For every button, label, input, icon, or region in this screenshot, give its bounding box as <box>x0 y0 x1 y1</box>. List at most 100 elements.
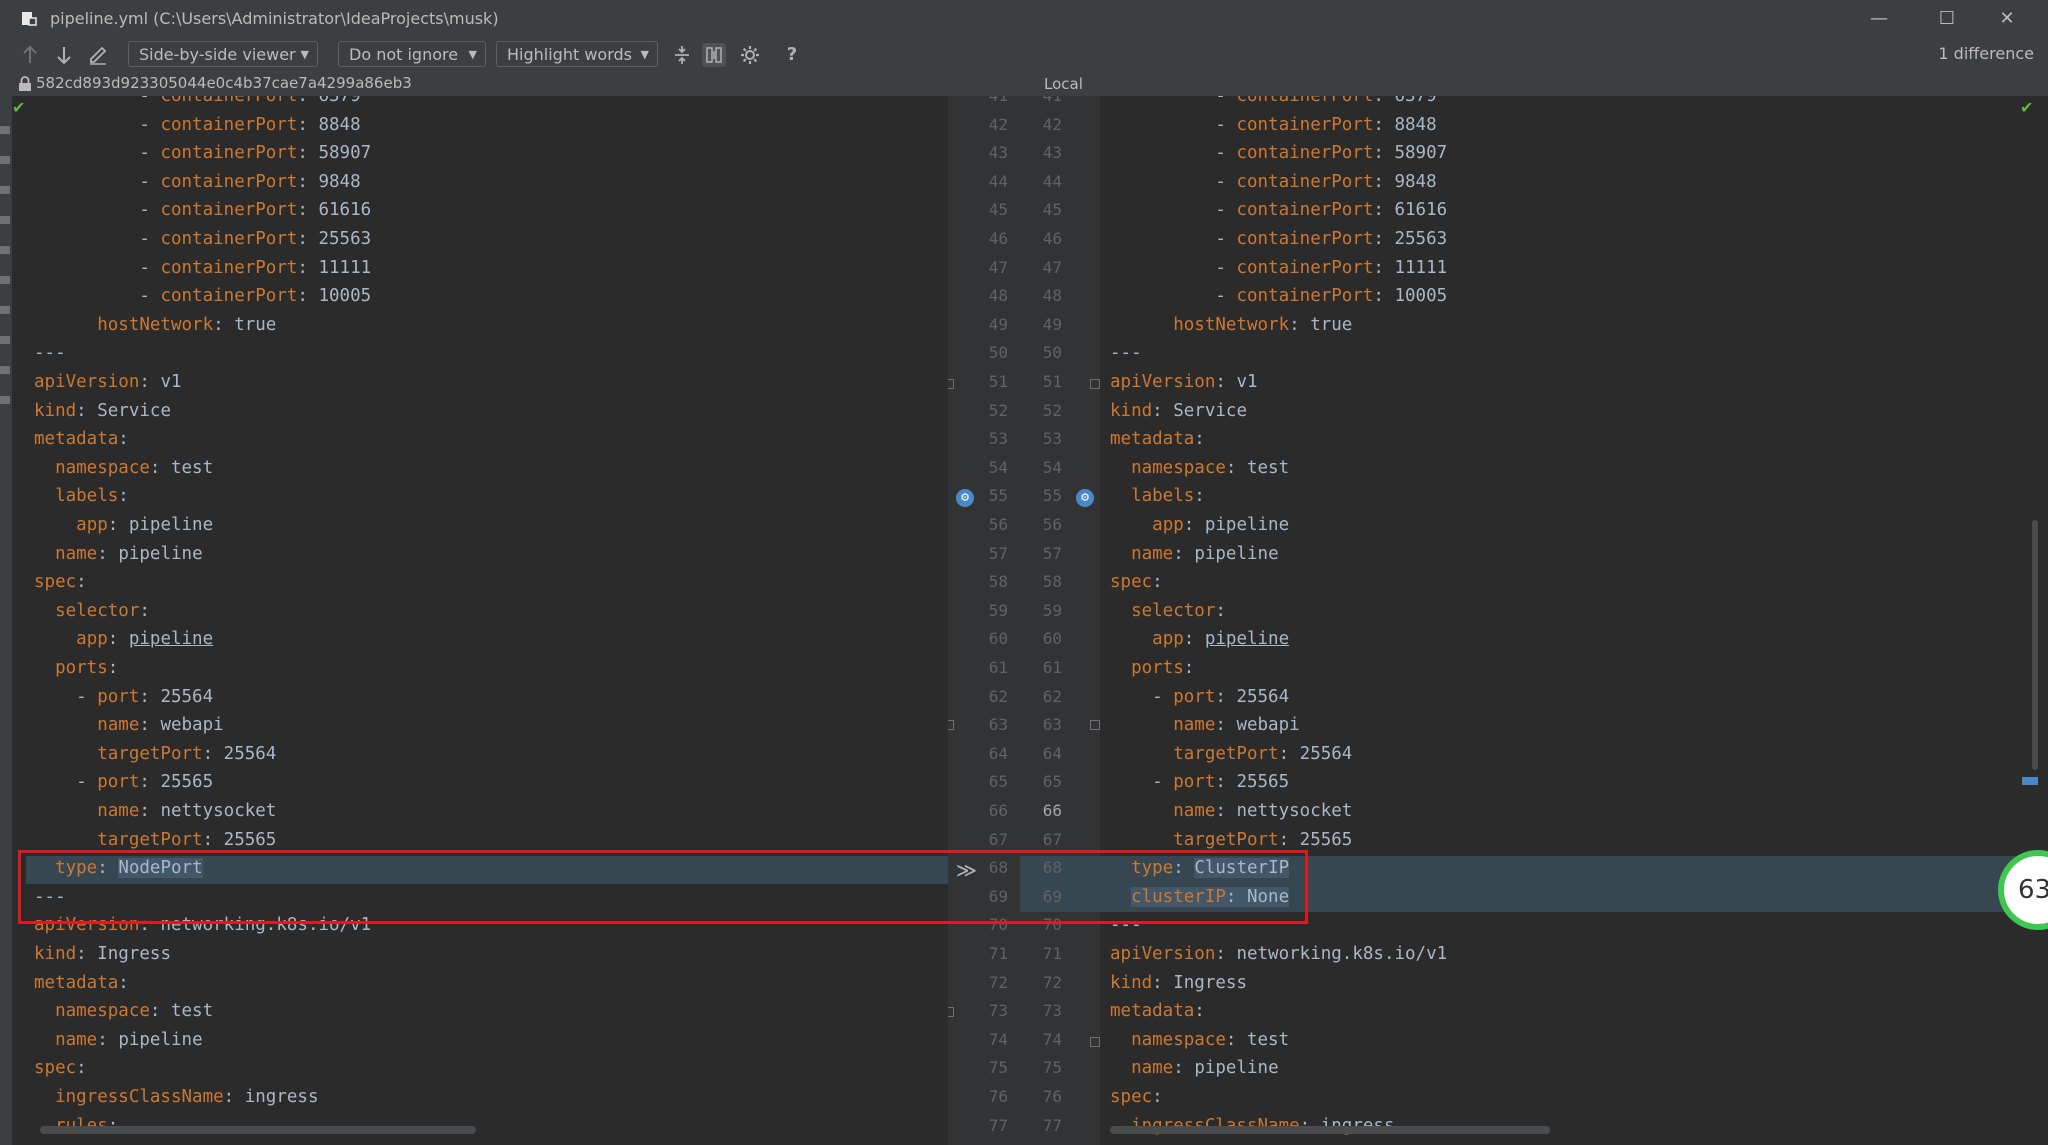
yaml-key: namespace <box>1131 1029 1226 1050</box>
yaml-token: : <box>118 972 129 993</box>
fold-marker[interactable] <box>948 720 954 730</box>
right-editor-pane[interactable]: - containerPort: 6379 - containerPort: 8… <box>1100 96 2048 1145</box>
title-bar: pipeline.yml (C:\Users\Administrator\Ide… <box>0 0 2048 38</box>
fold-marker[interactable] <box>948 1007 954 1017</box>
yaml-value: --- <box>34 343 66 364</box>
yaml-token: - <box>34 772 98 793</box>
line-number-left: 65 <box>988 772 1008 792</box>
yaml-token: : <box>1215 686 1237 707</box>
yaml-token: : <box>1215 801 1237 821</box>
arrow-up-icon[interactable] <box>18 43 42 67</box>
yaml-token: : <box>1373 96 1395 106</box>
yaml-value: 6379 <box>318 96 361 106</box>
yaml-key: ingressClassName <box>55 1087 224 1107</box>
code-line: spec: <box>1110 568 1163 596</box>
difference-count: 1 difference <box>1938 44 2034 63</box>
left-editor-pane[interactable]: - containerPort: 6379 - containerPort: 8… <box>12 96 948 1145</box>
yaml-key: name <box>1131 1058 1174 1079</box>
revision-bar: 582cd893d923305044e0c4b37cae7a4299a86eb3… <box>0 72 2048 97</box>
yaml-value: Service <box>97 400 171 421</box>
yaml-token <box>34 458 55 478</box>
yaml-key: port <box>97 772 140 793</box>
fold-marker[interactable] <box>948 379 954 389</box>
yaml-token: : <box>118 486 129 507</box>
yaml-key: kind <box>34 400 77 421</box>
code-line: - containerPort: 25563 <box>34 225 371 253</box>
line-number-left: 56 <box>988 515 1008 534</box>
sync-scroll-icon[interactable] <box>702 43 726 67</box>
yaml-key: containerPort <box>1236 171 1374 192</box>
yaml-key: containerPort <box>1236 114 1374 135</box>
gear-icon[interactable] <box>738 43 762 67</box>
line-number-left: 60 <box>988 629 1008 649</box>
code-line: metadata: <box>34 425 129 453</box>
yaml-value: v1 <box>160 372 182 392</box>
fold-marker[interactable] <box>1090 1037 1100 1047</box>
line-number-right: 41 <box>1032 96 1062 110</box>
code-line: kind: Ingress <box>34 940 171 968</box>
yaml-token <box>1110 744 1173 764</box>
code-line: app: pipeline <box>34 511 213 539</box>
line-number-left: 63 <box>988 715 1008 735</box>
arrow-down-icon[interactable] <box>52 43 76 67</box>
yaml-token <box>34 629 76 649</box>
minimize-button[interactable]: — <box>1856 4 1902 34</box>
line-number-right: 60 <box>1042 629 1062 649</box>
collapse-icon[interactable] <box>670 43 694 67</box>
yaml-token: : <box>1225 457 1247 478</box>
yaml-key: selector <box>55 600 140 621</box>
yaml-token <box>34 601 55 621</box>
yaml-token <box>1110 830 1173 850</box>
code-line: - containerPort: 58907 <box>34 139 371 167</box>
yaml-key: kind <box>34 944 77 964</box>
highlight-mode-select[interactable]: Highlight words ▼ <box>496 41 658 67</box>
ignore-mode-label: Do not ignore <box>349 45 459 64</box>
code-line: name: webapi <box>1110 711 1299 739</box>
yaml-token: - <box>1110 200 1237 221</box>
yaml-value: v1 <box>1236 372 1258 392</box>
yaml-key: metadata <box>34 972 119 993</box>
yaml-token: : <box>107 629 129 650</box>
yaml-token <box>1110 315 1173 335</box>
edit-icon[interactable] <box>86 43 110 67</box>
yaml-key: containerPort <box>1236 143 1374 164</box>
yaml-key: targetPort <box>97 743 203 764</box>
line-number-left: 61 <box>988 658 1008 677</box>
yaml-key: app <box>76 515 108 535</box>
yaml-key: containerPort <box>160 257 298 278</box>
code-line: - containerPort: 10005 <box>34 282 371 310</box>
line-number-left: 76 <box>988 1087 1008 1106</box>
line-number-left: 45 <box>988 200 1008 220</box>
yaml-value: 25563 <box>1394 229 1448 249</box>
line-number-left: 41 <box>978 96 1008 110</box>
yaml-key: name <box>1173 715 1216 736</box>
code-line: metadata: <box>1110 997 1205 1025</box>
close-button[interactable]: ✕ <box>1984 4 2030 34</box>
line-number-left: 58 <box>988 572 1008 592</box>
yaml-value: 61616 <box>318 200 372 221</box>
yaml-token: - <box>34 686 98 707</box>
viewer-mode-select[interactable]: Side-by-side viewer ▼ <box>128 41 318 67</box>
yaml-value: 9848 <box>1394 171 1437 192</box>
check-icon: ✔ <box>12 98 26 117</box>
yaml-token: : <box>1373 229 1395 249</box>
yaml-key: name <box>1173 801 1216 821</box>
code-line: spec: <box>34 568 87 596</box>
gutter-run-icon-right[interactable]: ⚙ <box>1076 489 1094 507</box>
left-horizontal-scrollbar[interactable] <box>40 1126 476 1134</box>
ignore-mode-select[interactable]: Do not ignore ▼ <box>338 41 486 67</box>
gutter-run-icon-left[interactable]: ⚙ <box>956 489 974 507</box>
right-horizontal-scrollbar[interactable] <box>1110 1126 1550 1134</box>
yaml-token <box>34 658 55 678</box>
code-line: --- <box>1110 339 1142 367</box>
yaml-token: : <box>76 1058 87 1079</box>
maximize-button[interactable]: ☐ <box>1924 4 1970 34</box>
fold-marker[interactable] <box>1090 379 1100 389</box>
check-icon: ✔ <box>2020 98 2034 117</box>
fold-marker[interactable] <box>1090 720 1100 730</box>
help-icon[interactable]: ? <box>780 43 804 67</box>
vertical-scrollbar[interactable] <box>2032 520 2038 770</box>
line-number-right: 46 <box>1042 229 1062 248</box>
yaml-key: hostNetwork <box>97 314 214 335</box>
yaml-value: pipeline <box>1204 629 1290 650</box>
